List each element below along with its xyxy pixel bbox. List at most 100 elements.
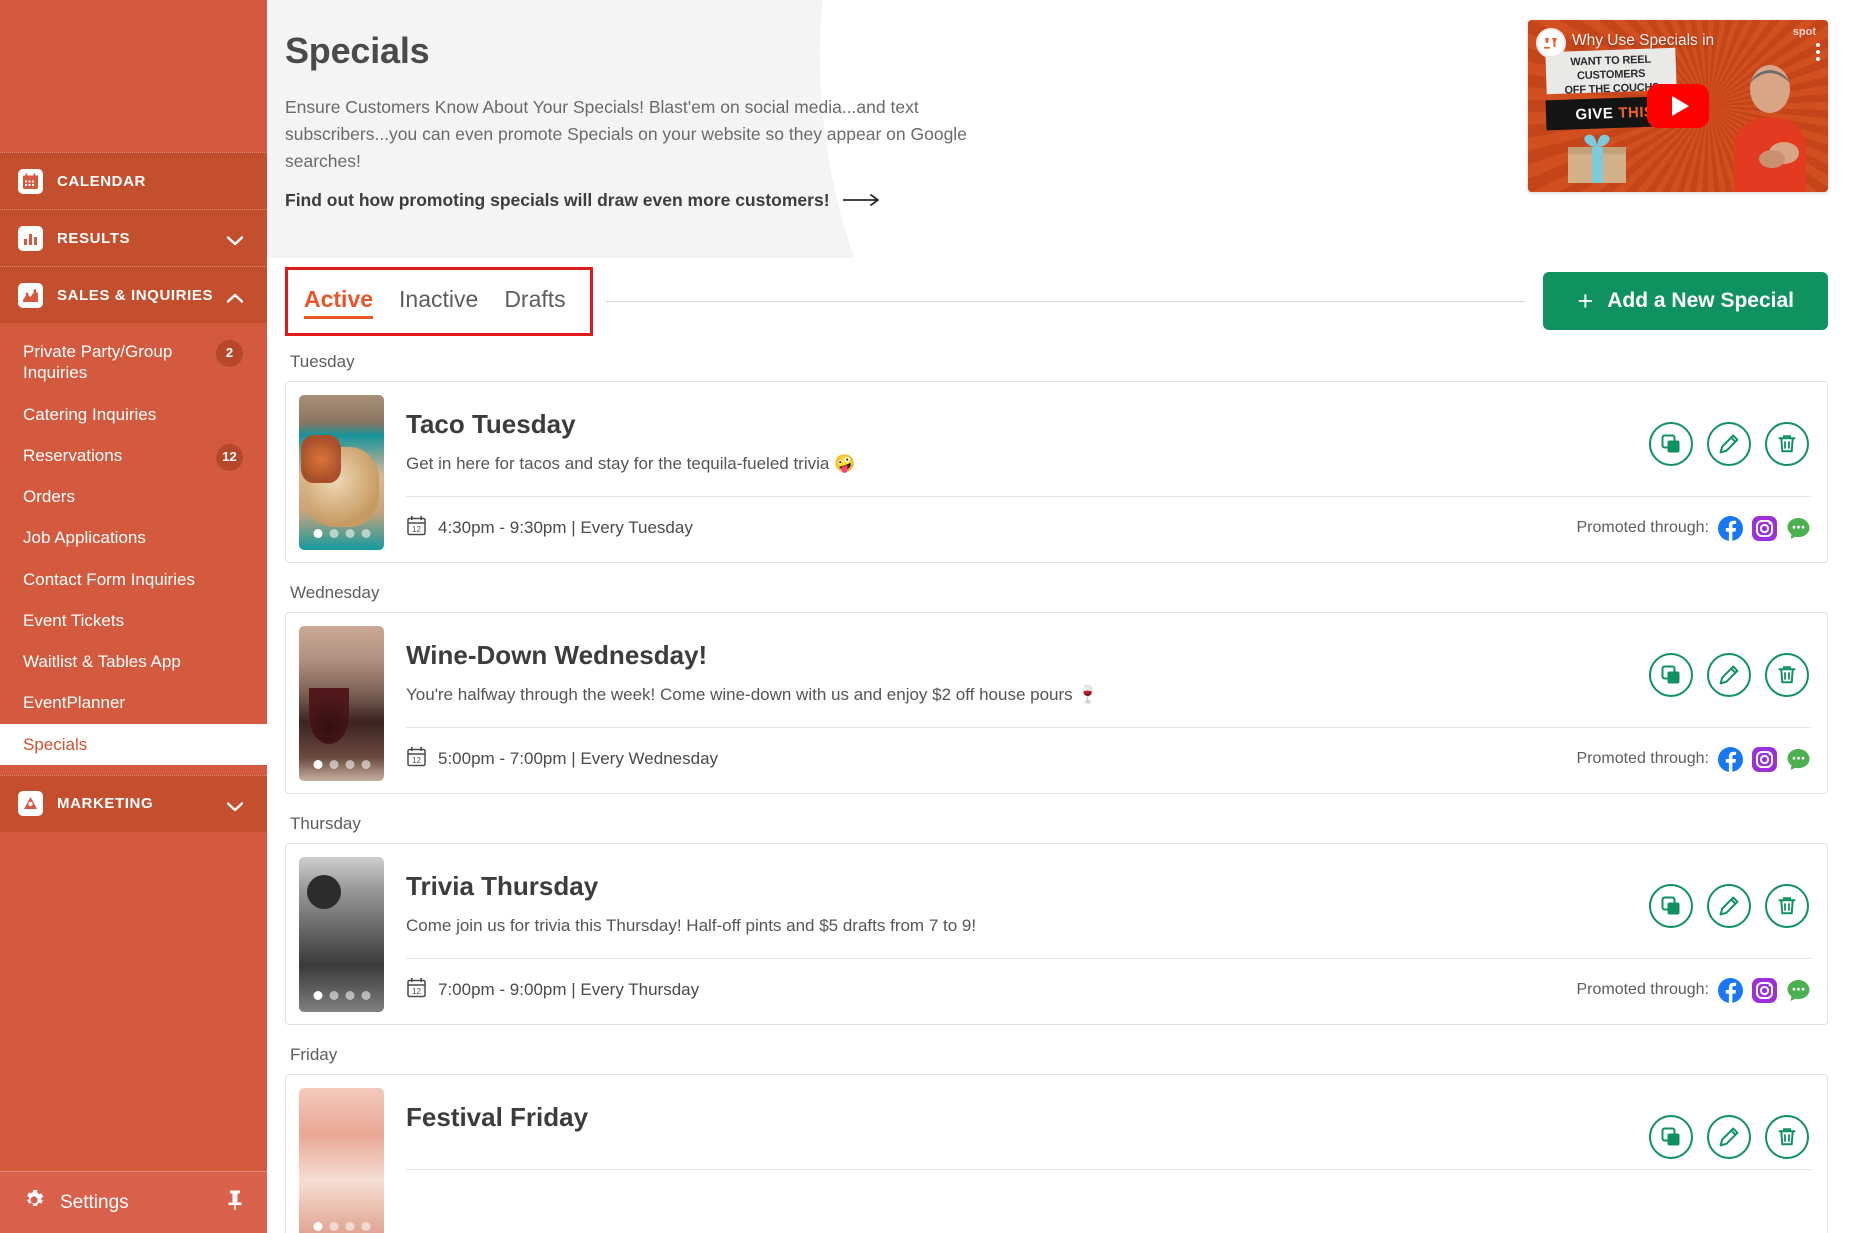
edit-icon[interactable] [1707,884,1751,928]
sidebar-item-catering-inquiries[interactable]: Catering Inquiries [0,394,267,435]
instagram-icon[interactable] [1752,515,1777,541]
sidebar-group-sales-inquiries[interactable]: SALES & INQUIRIES [0,266,267,323]
special-card[interactable]: Wine-Down Wednesday! You're halfway thro… [285,612,1828,794]
main-content: Specials Ensure Customers Know About You… [267,0,1850,1233]
special-schedule: 12 4:30pm - 9:30pm | Every Tuesday [406,515,693,541]
sidebar-item-badge: 12 [216,443,243,471]
video-black-word1: GIVE [1575,104,1614,123]
tab-label: Inactive [399,285,479,312]
sidebar-group-results[interactable]: RESULTS [0,209,267,266]
tab-label: Drafts [504,285,566,312]
sidebar-item-private-party-group-inquiries[interactable]: Private Party/Group Inquiries 2 [0,331,267,394]
special-actions [1649,422,1809,466]
special-card[interactable]: Trivia Thursday Come join us for trivia … [285,843,1828,1025]
facebook-icon[interactable] [1718,977,1743,1003]
duplicate-icon[interactable] [1649,422,1693,466]
tabs-highlight-box: Active Inactive Drafts [285,266,593,336]
svg-text:12: 12 [412,987,421,996]
special-header: Taco Tuesday Get in here for tacos and s… [406,395,1811,474]
edit-icon[interactable] [1707,653,1751,697]
delete-icon[interactable] [1765,422,1809,466]
tabs-divider [604,300,1526,302]
messages-icon[interactable] [1786,747,1811,772]
sidebar-group-label: MARKETING [57,795,154,813]
day-label-tuesday: Tuesday [290,352,355,371]
tab-drafts[interactable]: Drafts [504,285,566,319]
sidebar-item-waitlist-tables-app[interactable]: Waitlist & Tables App [0,641,267,682]
delete-icon[interactable] [1765,653,1809,697]
tab-active[interactable]: Active [304,285,374,319]
video-title: Why Use Specials in [1572,32,1715,49]
sidebar-item-badge: 2 [216,340,243,367]
special-schedule-text: 7:00pm - 9:00pm | Every Thursday [438,980,700,999]
video-menu-icon[interactable] [1816,40,1820,64]
messages-icon[interactable] [1786,516,1811,541]
special-schedule-text: 5:00pm - 7:00pm | Every Wednesday [438,749,719,768]
sidebar-item-job-applications[interactable]: Job Applications [0,517,267,558]
sidebar-item-orders[interactable]: Orders [0,476,267,517]
promoted-through-label: Promoted through: [1576,981,1709,998]
sidebar-group-marketing[interactable]: MARKETING [0,774,267,832]
delete-icon[interactable] [1765,1115,1809,1159]
megaphone-icon [18,791,43,817]
edit-icon[interactable] [1707,1115,1751,1159]
special-header: Festival Friday [406,1088,1811,1147]
plus-icon: + [1577,285,1594,316]
duplicate-icon[interactable] [1649,884,1693,928]
sidebar-group-label: CALENDAR [57,172,146,190]
add-new-special-button[interactable]: + Add a New Special [1543,272,1828,330]
special-thumbnail[interactable] [299,626,384,781]
sidebar-item-label: Catering Inquiries [23,404,157,424]
edit-icon[interactable] [1707,422,1751,466]
messages-icon[interactable] [1786,978,1811,1003]
special-title: Wine-Down Wednesday! [406,640,708,670]
promoted-through: Promoted through: [1576,515,1811,541]
special-thumbnail[interactable] [299,1088,384,1233]
play-button-icon[interactable] [1647,84,1709,128]
promoted-through: Promoted through: [1576,977,1811,1003]
instagram-icon[interactable] [1752,746,1777,772]
promo-video-thumbnail[interactable]: WANT TO REEL CUSTOMERS OFF THE COUCH? GI… [1528,20,1828,192]
pin-icon[interactable] [225,1189,245,1216]
tab-inactive[interactable]: Inactive [399,285,479,319]
instagram-icon[interactable] [1752,977,1777,1003]
thumbnail-carousel-dots[interactable] [313,760,370,769]
sidebar-settings[interactable]: Settings [0,1171,267,1233]
special-card[interactable]: Festival Friday [285,1074,1828,1233]
special-thumbnail[interactable] [299,395,384,550]
special-footer [406,1170,1811,1188]
settings-label: Settings [60,1191,129,1213]
sidebar-item-label: Event Tickets [23,610,125,630]
sidebar-item-event-tickets[interactable]: Event Tickets [0,600,267,641]
calendar-12-icon: 12 [406,746,427,772]
sidebar-logo-area [0,0,267,152]
sidebar-item-contact-form-inquiries[interactable]: Contact Form Inquiries [0,559,267,600]
special-description: You're halfway through the week! Come wi… [406,685,1099,704]
sidebar-group-label: RESULTS [57,229,131,247]
special-card[interactable]: Taco Tuesday Get in here for tacos and s… [285,381,1828,563]
chart-bar-icon [18,225,43,251]
sidebar-group-calendar[interactable]: CALENDAR [0,152,267,209]
special-description: Get in here for tacos and stay for the t… [406,454,856,473]
special-title: Taco Tuesday [406,409,576,439]
facebook-icon[interactable] [1718,746,1743,772]
duplicate-icon[interactable] [1649,653,1693,697]
tab-label: Active [304,285,374,312]
sidebar-item-eventplanner[interactable]: EventPlanner [0,682,267,723]
video-sign-line1: WANT TO REEL CUSTOMERS [1570,53,1652,82]
duplicate-icon[interactable] [1649,1115,1693,1159]
delete-icon[interactable] [1765,884,1809,928]
chevron-up-icon [226,290,244,303]
sidebar-submenu: Private Party/Group Inquiries 2 Catering… [0,323,267,775]
thumbnail-carousel-dots[interactable] [313,991,370,1000]
facebook-icon[interactable] [1718,515,1743,541]
thumbnail-carousel-dots[interactable] [313,1222,370,1231]
sidebar-item-specials[interactable]: Specials [0,723,267,765]
calendar-12-icon: 12 [406,515,427,541]
special-thumbnail[interactable] [299,857,384,1012]
sidebar-item-label: Reservations [23,445,123,465]
sidebar-item-reservations[interactable]: Reservations 12 [0,435,267,476]
learn-more-link[interactable]: Find out how promoting specials will dra… [285,190,881,211]
thumbnail-carousel-dots[interactable] [313,529,370,538]
special-body: Wine-Down Wednesday! You're halfway thro… [384,626,1811,781]
